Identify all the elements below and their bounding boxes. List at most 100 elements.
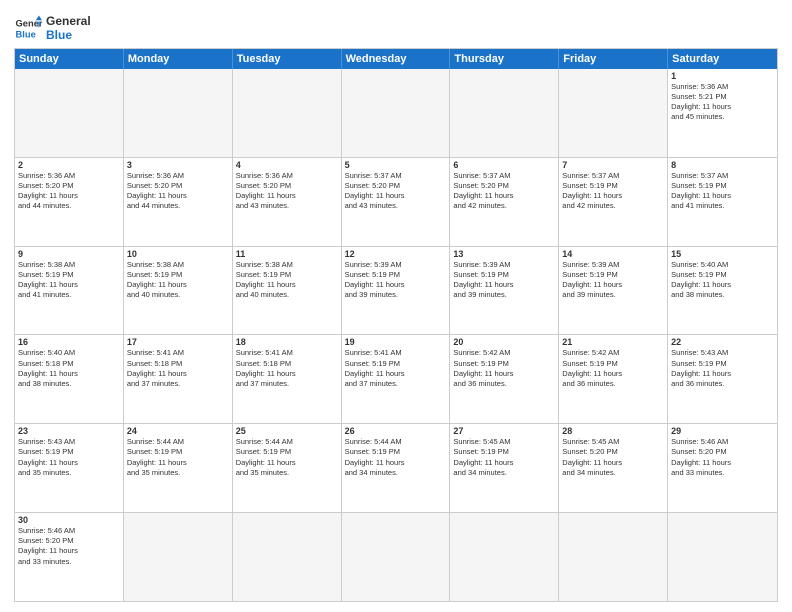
calendar-cell: 17Sunrise: 5:41 AM Sunset: 5:18 PM Dayli… <box>124 335 233 423</box>
day-number: 2 <box>18 160 120 170</box>
calendar-cell: 30Sunrise: 5:46 AM Sunset: 5:20 PM Dayli… <box>15 513 124 601</box>
calendar: SundayMondayTuesdayWednesdayThursdayFrid… <box>14 48 778 602</box>
calendar-row-3: 16Sunrise: 5:40 AM Sunset: 5:18 PM Dayli… <box>15 334 777 423</box>
day-number: 24 <box>127 426 229 436</box>
day-number: 23 <box>18 426 120 436</box>
calendar-cell: 1Sunrise: 5:36 AM Sunset: 5:21 PM Daylig… <box>668 69 777 157</box>
day-number: 16 <box>18 337 120 347</box>
logo-icon: General Blue <box>14 14 42 42</box>
header: General Blue General Blue <box>14 10 778 42</box>
cell-info: Sunrise: 5:41 AM Sunset: 5:19 PM Dayligh… <box>345 348 447 389</box>
day-number: 18 <box>236 337 338 347</box>
calendar-cell: 5Sunrise: 5:37 AM Sunset: 5:20 PM Daylig… <box>342 158 451 246</box>
calendar-cell: 15Sunrise: 5:40 AM Sunset: 5:19 PM Dayli… <box>668 247 777 335</box>
svg-text:Blue: Blue <box>16 29 36 39</box>
calendar-cell <box>450 513 559 601</box>
header-day-monday: Monday <box>124 49 233 69</box>
header-day-thursday: Thursday <box>450 49 559 69</box>
cell-info: Sunrise: 5:44 AM Sunset: 5:19 PM Dayligh… <box>127 437 229 478</box>
day-number: 4 <box>236 160 338 170</box>
calendar-cell <box>668 513 777 601</box>
cell-info: Sunrise: 5:40 AM Sunset: 5:18 PM Dayligh… <box>18 348 120 389</box>
header-day-saturday: Saturday <box>668 49 777 69</box>
calendar-cell: 24Sunrise: 5:44 AM Sunset: 5:19 PM Dayli… <box>124 424 233 512</box>
calendar-cell: 2Sunrise: 5:36 AM Sunset: 5:20 PM Daylig… <box>15 158 124 246</box>
calendar-cell <box>342 513 451 601</box>
day-number: 12 <box>345 249 447 259</box>
cell-info: Sunrise: 5:44 AM Sunset: 5:19 PM Dayligh… <box>236 437 338 478</box>
calendar-cell: 9Sunrise: 5:38 AM Sunset: 5:19 PM Daylig… <box>15 247 124 335</box>
header-day-sunday: Sunday <box>15 49 124 69</box>
calendar-cell: 14Sunrise: 5:39 AM Sunset: 5:19 PM Dayli… <box>559 247 668 335</box>
calendar-cell <box>559 513 668 601</box>
calendar-cell: 26Sunrise: 5:44 AM Sunset: 5:19 PM Dayli… <box>342 424 451 512</box>
day-number: 17 <box>127 337 229 347</box>
day-number: 3 <box>127 160 229 170</box>
cell-info: Sunrise: 5:38 AM Sunset: 5:19 PM Dayligh… <box>127 260 229 301</box>
cell-info: Sunrise: 5:43 AM Sunset: 5:19 PM Dayligh… <box>18 437 120 478</box>
calendar-cell <box>450 69 559 157</box>
cell-info: Sunrise: 5:42 AM Sunset: 5:19 PM Dayligh… <box>562 348 664 389</box>
header-day-tuesday: Tuesday <box>233 49 342 69</box>
calendar-row-0: 1Sunrise: 5:36 AM Sunset: 5:21 PM Daylig… <box>15 69 777 157</box>
calendar-cell: 19Sunrise: 5:41 AM Sunset: 5:19 PM Dayli… <box>342 335 451 423</box>
cell-info: Sunrise: 5:38 AM Sunset: 5:19 PM Dayligh… <box>18 260 120 301</box>
calendar-cell: 3Sunrise: 5:36 AM Sunset: 5:20 PM Daylig… <box>124 158 233 246</box>
calendar-cell: 22Sunrise: 5:43 AM Sunset: 5:19 PM Dayli… <box>668 335 777 423</box>
calendar-cell: 20Sunrise: 5:42 AM Sunset: 5:19 PM Dayli… <box>450 335 559 423</box>
cell-info: Sunrise: 5:40 AM Sunset: 5:19 PM Dayligh… <box>671 260 774 301</box>
calendar-cell <box>124 513 233 601</box>
cell-info: Sunrise: 5:43 AM Sunset: 5:19 PM Dayligh… <box>671 348 774 389</box>
calendar-cell: 28Sunrise: 5:45 AM Sunset: 5:20 PM Dayli… <box>559 424 668 512</box>
cell-info: Sunrise: 5:36 AM Sunset: 5:21 PM Dayligh… <box>671 82 774 123</box>
day-number: 11 <box>236 249 338 259</box>
cell-info: Sunrise: 5:36 AM Sunset: 5:20 PM Dayligh… <box>127 171 229 212</box>
calendar-cell: 23Sunrise: 5:43 AM Sunset: 5:19 PM Dayli… <box>15 424 124 512</box>
cell-info: Sunrise: 5:44 AM Sunset: 5:19 PM Dayligh… <box>345 437 447 478</box>
cell-info: Sunrise: 5:36 AM Sunset: 5:20 PM Dayligh… <box>18 171 120 212</box>
cell-info: Sunrise: 5:37 AM Sunset: 5:20 PM Dayligh… <box>453 171 555 212</box>
day-number: 30 <box>18 515 120 525</box>
calendar-body: 1Sunrise: 5:36 AM Sunset: 5:21 PM Daylig… <box>15 69 777 601</box>
calendar-cell: 18Sunrise: 5:41 AM Sunset: 5:18 PM Dayli… <box>233 335 342 423</box>
calendar-cell: 27Sunrise: 5:45 AM Sunset: 5:19 PM Dayli… <box>450 424 559 512</box>
cell-info: Sunrise: 5:38 AM Sunset: 5:19 PM Dayligh… <box>236 260 338 301</box>
logo: General Blue General Blue <box>14 14 91 42</box>
day-number: 1 <box>671 71 774 81</box>
calendar-cell: 13Sunrise: 5:39 AM Sunset: 5:19 PM Dayli… <box>450 247 559 335</box>
cell-info: Sunrise: 5:45 AM Sunset: 5:20 PM Dayligh… <box>562 437 664 478</box>
cell-info: Sunrise: 5:46 AM Sunset: 5:20 PM Dayligh… <box>671 437 774 478</box>
day-number: 28 <box>562 426 664 436</box>
day-number: 5 <box>345 160 447 170</box>
day-number: 20 <box>453 337 555 347</box>
day-number: 7 <box>562 160 664 170</box>
day-number: 21 <box>562 337 664 347</box>
calendar-cell: 4Sunrise: 5:36 AM Sunset: 5:20 PM Daylig… <box>233 158 342 246</box>
day-number: 22 <box>671 337 774 347</box>
day-number: 6 <box>453 160 555 170</box>
cell-info: Sunrise: 5:37 AM Sunset: 5:20 PM Dayligh… <box>345 171 447 212</box>
day-number: 14 <box>562 249 664 259</box>
cell-info: Sunrise: 5:46 AM Sunset: 5:20 PM Dayligh… <box>18 526 120 567</box>
cell-info: Sunrise: 5:45 AM Sunset: 5:19 PM Dayligh… <box>453 437 555 478</box>
day-number: 9 <box>18 249 120 259</box>
calendar-cell <box>15 69 124 157</box>
calendar-row-2: 9Sunrise: 5:38 AM Sunset: 5:19 PM Daylig… <box>15 246 777 335</box>
calendar-cell: 29Sunrise: 5:46 AM Sunset: 5:20 PM Dayli… <box>668 424 777 512</box>
calendar-cell: 6Sunrise: 5:37 AM Sunset: 5:20 PM Daylig… <box>450 158 559 246</box>
cell-info: Sunrise: 5:39 AM Sunset: 5:19 PM Dayligh… <box>562 260 664 301</box>
calendar-cell: 8Sunrise: 5:37 AM Sunset: 5:19 PM Daylig… <box>668 158 777 246</box>
day-number: 8 <box>671 160 774 170</box>
day-number: 15 <box>671 249 774 259</box>
day-number: 26 <box>345 426 447 436</box>
calendar-row-5: 30Sunrise: 5:46 AM Sunset: 5:20 PM Dayli… <box>15 512 777 601</box>
calendar-cell <box>559 69 668 157</box>
cell-info: Sunrise: 5:37 AM Sunset: 5:19 PM Dayligh… <box>671 171 774 212</box>
cell-info: Sunrise: 5:41 AM Sunset: 5:18 PM Dayligh… <box>127 348 229 389</box>
calendar-cell <box>342 69 451 157</box>
cell-info: Sunrise: 5:39 AM Sunset: 5:19 PM Dayligh… <box>453 260 555 301</box>
logo-text-general: General <box>46 14 91 28</box>
calendar-cell: 7Sunrise: 5:37 AM Sunset: 5:19 PM Daylig… <box>559 158 668 246</box>
page: General Blue General Blue SundayMondayTu… <box>0 0 792 612</box>
calendar-row-4: 23Sunrise: 5:43 AM Sunset: 5:19 PM Dayli… <box>15 423 777 512</box>
